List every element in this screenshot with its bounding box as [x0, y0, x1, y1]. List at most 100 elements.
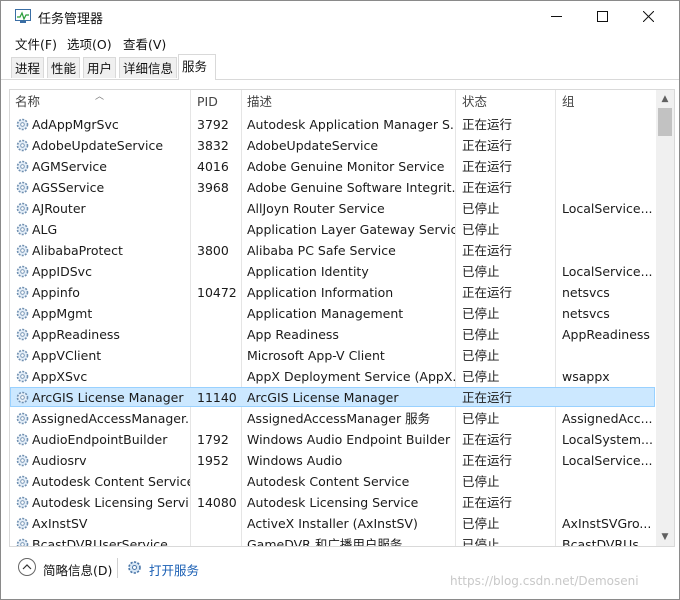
table-row[interactable]: Autodesk Content Service Autodesk Content… — [10, 471, 656, 492]
column-header-status[interactable]: 状态 — [457, 90, 554, 114]
cell-description: AllJoyn Router Service — [247, 201, 385, 216]
cell-pid — [192, 366, 242, 387]
table-row[interactable]: BcastDVRUserService... GameDVR 和广播用户服务 已停止… — [10, 534, 656, 547]
cell-description: AppX Deployment Service (AppX... — [247, 369, 455, 384]
cell-name: AdobeUpdateService — [32, 138, 164, 153]
tab-details[interactable]: 详细信息 — [119, 57, 178, 78]
column-header-description[interactable]: 描述 — [242, 90, 455, 114]
fewer-details-link[interactable]: 简略信息(D) — [43, 560, 112, 579]
cell-description: Adobe Genuine Software Integrit... — [247, 180, 455, 195]
table-row[interactable]: ALG Application Layer Gateway Service 已停止 — [10, 219, 656, 240]
table-row[interactable]: AGMService 4016 Adobe Genuine Monitor Serv… — [10, 156, 656, 177]
cell-name: AdAppMgrSvc — [32, 117, 119, 132]
cell-name: AssignedAccessManager... — [32, 411, 190, 426]
cell-status: 已停止 — [462, 306, 500, 321]
cell-group — [557, 240, 655, 261]
cell-name: Appinfo — [32, 285, 80, 300]
table-row[interactable]: Autodesk Licensing Servi... 14080 Autodesk… — [10, 492, 656, 513]
cell-status: 已停止 — [462, 201, 500, 216]
menu-options[interactable]: 选项(O) — [67, 34, 112, 53]
cell-status: 已停止 — [462, 537, 500, 547]
table-row[interactable]: AdAppMgrSvc 3792 Autodesk Application Mana… — [10, 114, 656, 135]
cell-status: 正在运行 — [462, 432, 513, 447]
cell-description: AdobeUpdateService — [247, 138, 379, 153]
cell-description: Autodesk Content Service — [247, 474, 410, 489]
cell-group: AxInstSVGro... — [562, 516, 652, 531]
cell-group — [557, 156, 655, 177]
cell-group: AssignedAcc... — [562, 411, 653, 426]
minimize-icon — [550, 16, 562, 17]
services-table: ︿ 名称 PID 描述 状态 组 AdAppMgrSvc 3792 Autodesk… — [9, 89, 675, 547]
cell-group — [557, 135, 655, 156]
cell-name: Autodesk Licensing Servi... — [32, 495, 190, 510]
cell-status: 已停止 — [462, 222, 500, 237]
cell-group: LocalService... — [562, 453, 653, 468]
cell-description: Windows Audio — [247, 453, 343, 468]
cell-status: 已停止 — [462, 348, 500, 363]
cell-pid: 1952 — [197, 453, 229, 468]
cell-group: LocalService... — [562, 264, 653, 279]
table-body: AdAppMgrSvc 3792 Autodesk Application Mana… — [10, 114, 656, 547]
table-row[interactable]: Appinfo 10472 Application Information 正在运行 n… — [10, 282, 656, 303]
table-row[interactable]: AppMgmt Application Management 已停止 netsvcs — [10, 303, 656, 324]
cell-group: AppReadiness — [562, 327, 650, 342]
table-row[interactable]: AppXSvc AppX Deployment Service (AppX... 已… — [10, 366, 656, 387]
cell-description: Application Layer Gateway Service — [247, 222, 455, 237]
cell-name: AGMService — [32, 159, 107, 174]
collapse-up-icon[interactable] — [18, 558, 36, 576]
tab-users[interactable]: 用户 — [83, 57, 117, 78]
cell-status: 已停止 — [462, 327, 500, 342]
table-row[interactable]: AppReadiness App Readiness 已停止 AppReadiness — [10, 324, 656, 345]
cell-status: 正在运行 — [462, 159, 513, 174]
cell-name: AlibabaProtect — [32, 243, 123, 258]
table-row[interactable]: AGSService 3968 Adobe Genuine Software Int… — [10, 177, 656, 198]
minimize-button[interactable] — [533, 1, 579, 32]
cell-status: 正在运行 — [462, 495, 513, 510]
cell-description: AssignedAccessManager 服务 — [247, 411, 431, 426]
cell-pid: 1792 — [197, 432, 229, 447]
table-header: ︿ 名称 PID 描述 状态 组 — [10, 90, 655, 114]
close-icon — [642, 11, 654, 22]
watermark: https://blog.csdn.net/Demoseni — [450, 574, 639, 588]
cell-status: 正在运行 — [462, 390, 513, 405]
column-header-name[interactable]: 名称 — [10, 90, 190, 114]
services-gear-icon[interactable] — [126, 559, 143, 576]
maximize-button[interactable] — [579, 1, 625, 32]
open-services-link[interactable]: 打开服务 — [149, 560, 199, 579]
maximize-icon — [596, 11, 608, 22]
table-row[interactable]: AJRouter AllJoyn Router Service 已停止 LocalSe… — [10, 198, 656, 219]
title-bar[interactable]: 任务管理器 — [1, 1, 679, 32]
table-row[interactable]: AssignedAccessManager... AssignedAccessMa… — [10, 408, 656, 429]
vertical-scrollbar[interactable]: ▲ ▼ — [656, 90, 674, 546]
cell-description: ActiveX Installer (AxInstSV) — [247, 516, 418, 531]
tab-services[interactable]: 服务 — [178, 54, 216, 80]
tab-processes[interactable]: 进程 — [11, 57, 45, 78]
table-row[interactable]: Audiosrv 1952 Windows Audio 正在运行 LocalServic… — [10, 450, 656, 471]
cell-status: 已停止 — [462, 516, 500, 531]
close-button[interactable] — [625, 1, 671, 32]
task-manager-window: 任务管理器 文件(F) 选项(O) 查看(V) 进程 性能 用户 详细信息 服务… — [0, 0, 680, 600]
menu-view[interactable]: 查看(V) — [123, 34, 166, 53]
table-row[interactable]: AxInstSV ActiveX Installer (AxInstSV) 已停止 A… — [10, 513, 656, 534]
scroll-up-icon[interactable]: ▲ — [656, 90, 674, 108]
cell-description: Autodesk Licensing Service — [247, 495, 419, 510]
cell-status: 正在运行 — [462, 285, 513, 300]
tab-bar: 进程 性能 用户 详细信息 服务 — [1, 54, 679, 80]
table-row[interactable]: AppIDSvc Application Identity 已停止 LocalServ… — [10, 261, 656, 282]
task-manager-icon — [15, 9, 31, 23]
table-row[interactable]: ArcGIS License Manager 11140 ArcGIS Licens… — [10, 387, 656, 408]
menu-file[interactable]: 文件(F) — [15, 34, 57, 53]
scroll-thumb[interactable] — [658, 108, 672, 136]
cell-status: 正在运行 — [462, 243, 513, 258]
cell-pid: 3800 — [197, 243, 229, 258]
table-row[interactable]: AdobeUpdateService 3832 AdobeUpdateService… — [10, 135, 656, 156]
scroll-down-icon[interactable]: ▼ — [656, 528, 674, 546]
column-header-group[interactable]: 组 — [557, 90, 655, 114]
table-row[interactable]: AppVClient Microsoft App-V Client 已停止 — [10, 345, 656, 366]
cell-description: ArcGIS License Manager — [247, 390, 399, 405]
column-header-pid[interactable]: PID — [192, 90, 242, 114]
table-row[interactable]: AlibabaProtect 3800 Alibaba PC Safe Servic… — [10, 240, 656, 261]
table-row[interactable]: AudioEndpointBuilder 1792 Windows Audio En… — [10, 429, 656, 450]
cell-name: AGSService — [32, 180, 105, 195]
tab-performance[interactable]: 性能 — [47, 57, 81, 78]
